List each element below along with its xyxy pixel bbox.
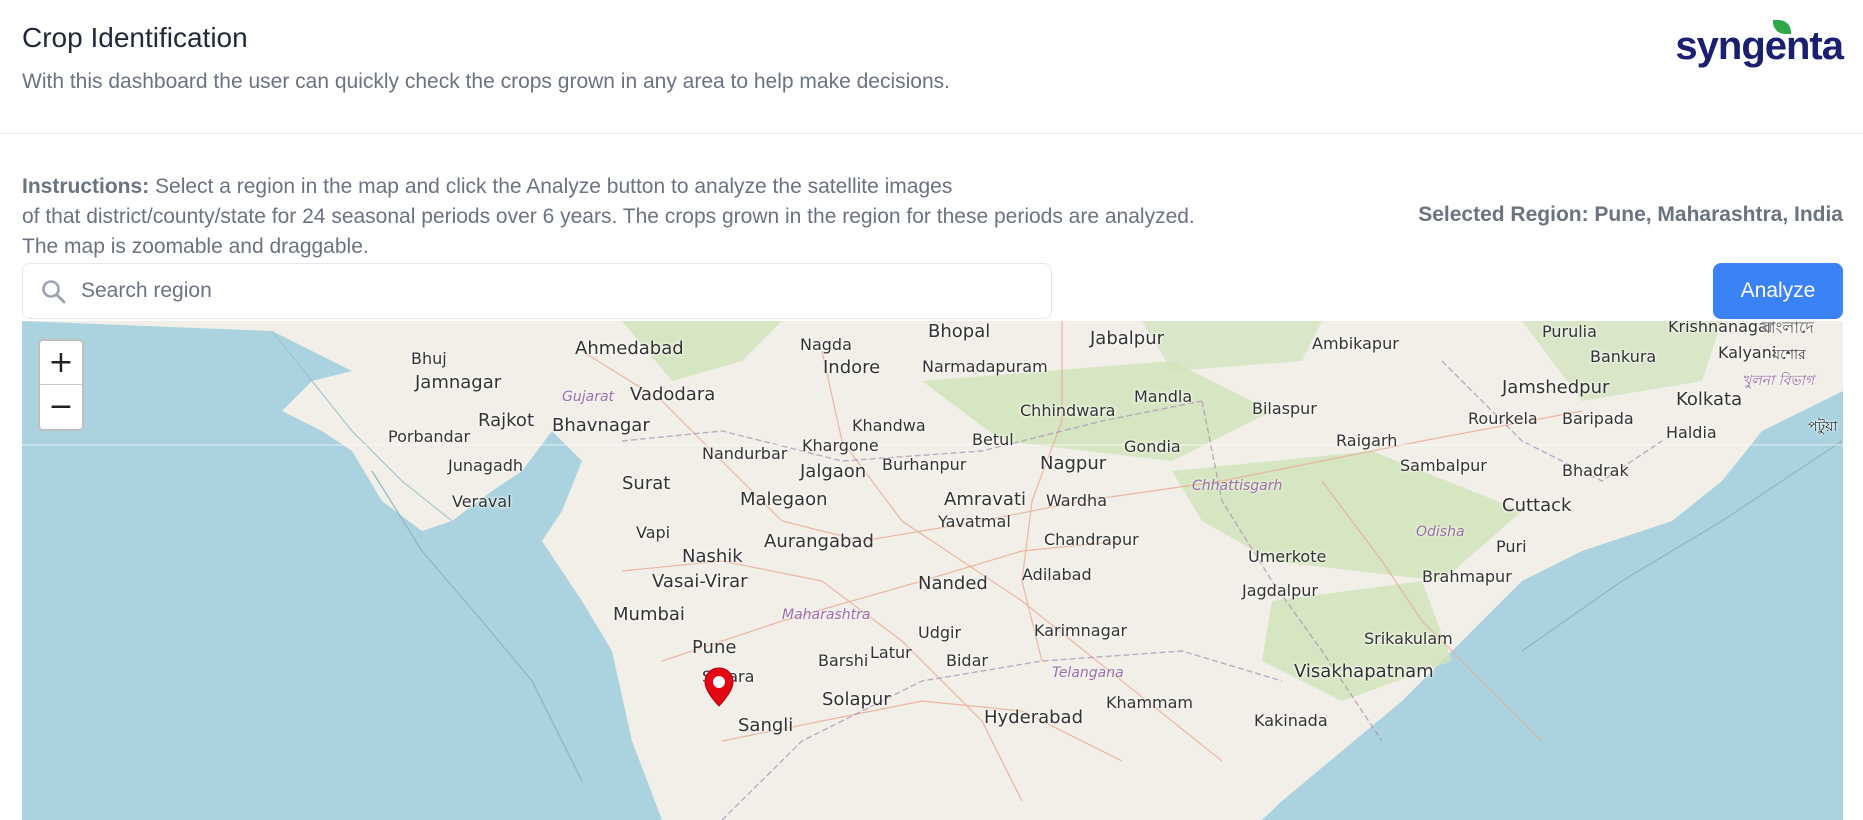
city-label: Visakhapatnam	[1294, 661, 1434, 682]
city-label: Aurangabad	[764, 531, 874, 552]
city-label: Krishnanagar	[1668, 321, 1775, 336]
state-label: Telangana	[1052, 665, 1124, 681]
city-label: Nagda	[800, 335, 852, 354]
logo-text: syngenta	[1675, 24, 1844, 68]
city-label: Surat	[622, 473, 671, 494]
city-label: Jalgaon	[800, 461, 867, 482]
city-label: Karimnagar	[1034, 621, 1128, 640]
page-title: Crop Identification	[22, 22, 248, 53]
city-label: Sangli	[738, 715, 794, 736]
city-label: Yavatmal	[938, 512, 1011, 531]
city-label: Jagdalpur	[1242, 581, 1318, 600]
city-label: Hyderabad	[984, 707, 1083, 728]
city-label: Barshi	[818, 651, 869, 670]
city-label: Bilaspur	[1252, 399, 1317, 418]
page-header: Crop Identification With this dashboard …	[0, 0, 1863, 134]
city-label: Nandurbar	[702, 444, 788, 463]
city-label: Raigarh	[1336, 431, 1398, 450]
city-label: Purulia	[1542, 322, 1597, 341]
city-label: Nanded	[918, 573, 988, 594]
state-label: Gujarat	[562, 389, 615, 405]
zoom-in-button[interactable]: +	[40, 341, 82, 385]
map-label: পটুয়া	[1808, 419, 1838, 435]
selected-region: Selected Region: Pune, Maharashtra, Indi…	[1418, 203, 1843, 226]
zoom-out-button[interactable]: −	[40, 385, 82, 429]
city-label: Nashik	[682, 546, 743, 567]
city-label: Malegaon	[740, 489, 828, 510]
city-label: Amravati	[944, 489, 1027, 510]
city-label: Pune	[692, 637, 737, 658]
city-label: Baripada	[1562, 409, 1634, 428]
city-label: Umerkote	[1248, 547, 1327, 566]
city-label: Bhadrak	[1562, 461, 1629, 480]
instructions-line2: of that district/county/state for 24 sea…	[22, 205, 1195, 228]
city-label: Ambikapur	[1312, 334, 1399, 353]
city-label: Jabalpur	[1090, 328, 1165, 349]
instructions-line1: Select a region in the map and click the…	[149, 175, 953, 198]
state-label: Odisha	[1416, 524, 1465, 540]
city-label: Bhopal	[928, 321, 991, 342]
city-label: Burhanpur	[882, 455, 967, 474]
map[interactable]: + − Bhopal Jabalpur Nagda Ahmedabad Bhuj Jamn…	[22, 321, 1843, 820]
city-label: Ahmedabad	[575, 338, 684, 359]
city-label: Adilabad	[1022, 565, 1092, 584]
state-label: Chhattisgarh	[1192, 478, 1283, 494]
city-label: Betul	[972, 430, 1014, 449]
city-label: Solapur	[822, 689, 891, 710]
city-label: Bhavnagar	[552, 415, 650, 436]
city-label: Kolkata	[1676, 389, 1743, 410]
city-label: Chandrapur	[1044, 530, 1139, 549]
map-pin-icon[interactable]	[704, 667, 734, 707]
city-label: Junagadh	[448, 456, 524, 475]
city-label: Mandla	[1134, 387, 1193, 406]
map-label: যশোর	[1772, 347, 1806, 363]
city-label: Khammam	[1106, 693, 1193, 712]
page-subtitle: With this dashboard the user can quickly…	[22, 70, 950, 93]
city-label: Bhuj	[411, 349, 447, 368]
instructions-line3: The map is zoomable and draggable.	[22, 235, 369, 258]
instructions: Instructions: Select a region in the map…	[22, 172, 1322, 262]
zoom-control: + −	[38, 339, 84, 431]
city-label: Kakinada	[1254, 711, 1328, 730]
city-label: Jamnagar	[415, 372, 502, 393]
city-label: Srikakulam	[1364, 629, 1453, 648]
city-label: Veraval	[452, 492, 512, 511]
instructions-label: Instructions:	[22, 175, 150, 198]
city-label: Porbandar	[388, 427, 471, 446]
city-label: Vapi	[636, 523, 671, 542]
city-label: Cuttack	[1502, 495, 1572, 516]
city-label: Latur	[870, 643, 912, 662]
city-label: Puri	[1496, 537, 1527, 556]
city-label: Brahmapur	[1422, 567, 1512, 586]
city-label: Vadodara	[630, 384, 716, 405]
city-label: Wardha	[1046, 491, 1107, 510]
city-label: Sambalpur	[1400, 456, 1487, 475]
city-label: Haldia	[1666, 423, 1717, 442]
city-label: Khargone	[802, 436, 879, 455]
city-label: Gondia	[1124, 437, 1181, 456]
search-input[interactable]	[81, 264, 1041, 318]
city-label: Rajkot	[478, 410, 534, 431]
state-label: Maharashtra	[782, 607, 871, 623]
search-box[interactable]	[22, 263, 1052, 319]
city-label: Chhindwara	[1020, 401, 1116, 420]
city-label: Bidar	[946, 651, 988, 670]
city-label: Narmadapuram	[922, 357, 1048, 376]
city-label: Jamshedpur	[1502, 377, 1610, 398]
map-label: খুলনা বিভাগ	[1742, 373, 1814, 389]
city-label: Udgir	[918, 623, 962, 642]
analyze-button[interactable]: Analyze	[1713, 263, 1843, 319]
city-label: Rourkela	[1468, 409, 1538, 428]
city-label: Indore	[823, 357, 881, 378]
syngenta-logo: syngenta	[1653, 20, 1844, 70]
map-label: বাংলাদে	[1762, 321, 1814, 337]
city-label: Mumbai	[613, 604, 685, 625]
city-label: Bankura	[1590, 347, 1657, 366]
city-label: Vasai-Virar	[652, 571, 748, 592]
search-icon	[42, 280, 66, 304]
city-label: Kalyani	[1718, 343, 1777, 362]
city-label: Khandwa	[852, 416, 926, 435]
city-label: Nagpur	[1040, 453, 1107, 474]
